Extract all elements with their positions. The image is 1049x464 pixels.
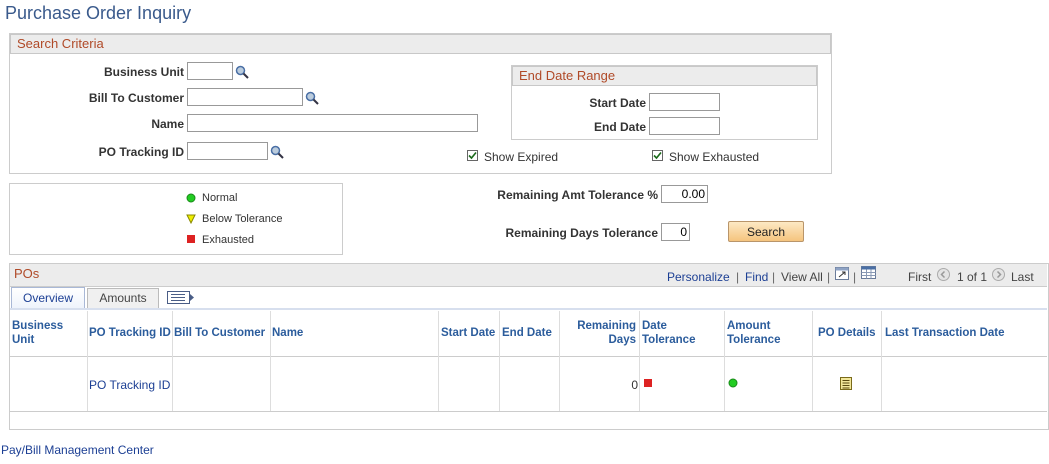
column-header-remaining-days-line2: Days xyxy=(608,334,637,346)
name-label: Name xyxy=(151,117,184,131)
tab-amounts[interactable]: Amounts xyxy=(87,288,159,308)
zoom-grid-icon[interactable] xyxy=(835,267,849,280)
column-header-amount-tolerance-line2: Tolerance xyxy=(727,334,781,346)
end-date-input[interactable] xyxy=(649,117,720,135)
column-header-business-unit[interactable]: Business Unit xyxy=(12,319,63,347)
start-date-input[interactable] xyxy=(649,93,720,111)
column-header-bill-to-customer[interactable]: Bill To Customer xyxy=(174,327,265,339)
po-tracking-id-label: PO Tracking ID xyxy=(98,145,184,159)
bill-to-customer-input[interactable] xyxy=(187,88,303,106)
column-header-last-transaction-date[interactable]: Last Transaction Date xyxy=(885,327,1005,339)
below-tolerance-icon xyxy=(186,214,196,224)
show-exhausted-checkbox[interactable] xyxy=(652,150,663,161)
remaining-days-tolerance-label: Remaining Days Tolerance xyxy=(505,226,659,240)
previous-page-icon[interactable] xyxy=(937,268,950,281)
bill-to-customer-lookup-icon[interactable] xyxy=(305,91,319,105)
page-status: 1 of 1 xyxy=(957,270,988,284)
show-expired-checkbox[interactable] xyxy=(467,150,478,161)
business-unit-input[interactable] xyxy=(187,62,233,80)
normal-status-icon xyxy=(186,193,196,203)
checkmark-icon xyxy=(468,151,477,160)
legend-exhausted-label: Exhausted xyxy=(202,234,254,246)
column-divider xyxy=(881,311,882,411)
remaining-days-tolerance-input[interactable] xyxy=(661,223,690,241)
column-header-business-unit-line2: Unit xyxy=(12,334,35,346)
amount-tolerance-normal-icon xyxy=(728,378,738,388)
show-all-columns-icon[interactable] xyxy=(167,291,195,304)
column-header-date-tolerance[interactable]: Date Tolerance xyxy=(642,319,695,347)
remaining-days-value: 0 xyxy=(631,378,638,392)
pos-grid-header-bar xyxy=(10,264,1047,287)
pay-bill-management-center-link[interactable]: Pay/Bill Management Center xyxy=(1,443,154,457)
po-tracking-id-link[interactable]: PO Tracking ID xyxy=(89,378,170,392)
column-header-amount-tolerance-line1: Amount xyxy=(727,320,771,332)
column-header-end-date[interactable]: End Date xyxy=(502,327,552,339)
column-divider xyxy=(270,311,271,411)
exhausted-status-icon xyxy=(187,235,195,243)
page-title: Purchase Order Inquiry xyxy=(5,3,192,23)
column-header-remaining-days-line1: Remaining xyxy=(577,320,636,332)
column-header-date-tolerance-line1: Date xyxy=(642,320,667,332)
start-date-label: Start Date xyxy=(589,96,646,110)
column-header-po-details[interactable]: PO Details xyxy=(818,327,876,339)
po-tracking-id-lookup-icon[interactable] xyxy=(270,145,284,159)
first-link[interactable]: First xyxy=(908,270,931,284)
column-header-name[interactable]: Name xyxy=(272,327,303,339)
legend-normal-label: Normal xyxy=(202,192,238,204)
checkmark-icon xyxy=(653,151,662,160)
business-unit-label: Business Unit xyxy=(103,65,184,79)
column-divider xyxy=(438,311,439,411)
column-divider xyxy=(87,311,88,411)
column-header-remaining-days[interactable]: Remaining Days xyxy=(562,319,636,347)
show-exhausted-label: Show Exhausted xyxy=(669,150,760,164)
search-criteria-header: Search Criteria xyxy=(10,34,831,54)
legend-below-tolerance-label: Below Tolerance xyxy=(202,213,283,225)
grid-nav-separator-2: | xyxy=(772,270,776,284)
end-date-label: End Date xyxy=(593,120,646,134)
next-page-icon[interactable] xyxy=(992,268,1005,281)
end-date-range-header: End Date Range xyxy=(512,66,817,86)
download-to-spreadsheet-icon[interactable] xyxy=(861,266,876,279)
view-all-link[interactable]: View All xyxy=(781,270,823,284)
name-input[interactable] xyxy=(187,114,478,132)
show-expired-label: Show Expired xyxy=(484,150,559,164)
grid-nav-separator-1: | xyxy=(736,270,740,284)
date-tolerance-exhausted-icon xyxy=(644,379,652,387)
column-divider xyxy=(812,311,813,411)
column-divider xyxy=(724,311,725,411)
search-button[interactable]: Search xyxy=(728,221,804,242)
tab-overview[interactable]: Overview xyxy=(11,287,85,309)
grid-nav-separator-4: | xyxy=(853,270,857,284)
po-tracking-id-input[interactable] xyxy=(187,142,268,160)
column-header-amount-tolerance[interactable]: Amount Tolerance xyxy=(727,319,780,347)
personalize-link[interactable]: Personalize xyxy=(667,270,730,284)
find-link[interactable]: Find xyxy=(745,270,768,284)
remaining-amt-tolerance-label: Remaining Amt Tolerance % xyxy=(497,188,658,202)
po-details-icon[interactable] xyxy=(840,377,852,390)
pos-grid-title: POs xyxy=(14,266,40,281)
column-divider xyxy=(172,311,173,411)
business-unit-lookup-icon[interactable] xyxy=(235,65,249,79)
column-header-business-unit-line1: Business xyxy=(12,320,64,332)
column-header-po-tracking-id[interactable]: PO Tracking ID xyxy=(89,327,171,339)
grid-nav-separator-3: | xyxy=(827,270,831,284)
legend-box xyxy=(9,183,343,255)
last-link[interactable]: Last xyxy=(1011,270,1034,284)
bill-to-customer-label: Bill To Customer xyxy=(88,91,184,105)
column-header-date-tolerance-line2: Tolerance xyxy=(642,334,696,346)
column-header-start-date[interactable]: Start Date xyxy=(441,327,495,339)
column-divider xyxy=(559,311,560,411)
column-divider xyxy=(499,311,500,411)
column-divider xyxy=(639,311,640,411)
remaining-amt-tolerance-input[interactable] xyxy=(661,185,708,203)
